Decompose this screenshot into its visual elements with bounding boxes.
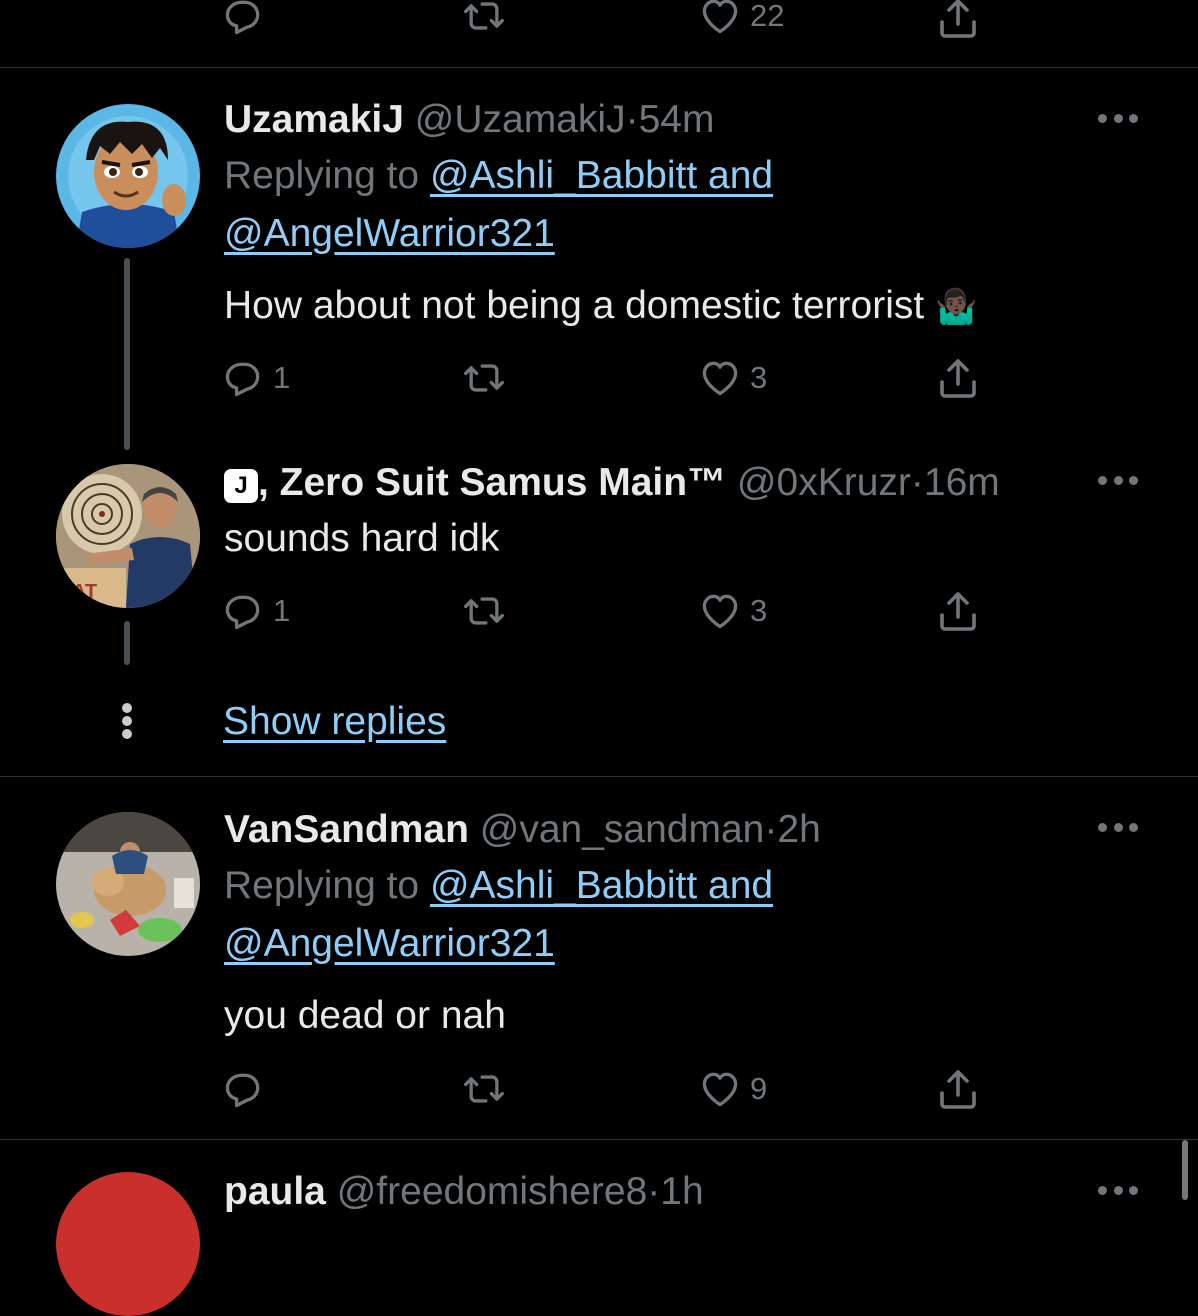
more-icon[interactable] xyxy=(1098,823,1138,835)
share-button[interactable] xyxy=(934,0,982,42)
tweet-text-content: How about not being a domestic terrorist xyxy=(224,284,925,327)
tweet-text: you dead or nah xyxy=(224,992,506,1040)
tweet-text-content: you dead or nah xyxy=(224,994,506,1037)
reply-icon xyxy=(221,589,265,633)
reply-count: 1 xyxy=(273,593,291,628)
like-button[interactable]: 9 xyxy=(698,1067,767,1111)
replying-to-label: Replying to xyxy=(224,154,430,197)
retweet-button[interactable] xyxy=(456,356,512,400)
like-icon xyxy=(698,589,742,633)
replying-to-link[interactable]: @AngelWarrior321 xyxy=(224,212,555,255)
like-button[interactable]: 3 xyxy=(698,589,767,633)
like-button[interactable]: 3 xyxy=(698,356,767,400)
timestamp[interactable]: 54m xyxy=(639,98,715,141)
handle[interactable]: @UzamakiJ xyxy=(415,98,626,141)
like-count: 3 xyxy=(750,360,768,395)
tweet-text: sounds hard idk xyxy=(224,515,499,563)
retweet-button[interactable] xyxy=(456,589,512,633)
replying-to-link[interactable]: @Ashli_Babbitt and xyxy=(430,154,773,197)
reply-button[interactable]: 1 xyxy=(221,589,290,633)
thread-line xyxy=(124,621,130,665)
retweet-button[interactable] xyxy=(456,0,512,38)
avatar[interactable] xyxy=(56,1172,200,1316)
divider xyxy=(0,776,1198,777)
like-icon xyxy=(698,0,742,38)
retweet-icon xyxy=(456,356,512,400)
reply-count: 1 xyxy=(273,360,291,395)
more-icon[interactable] xyxy=(1098,1186,1138,1198)
replying-to: Replying to @Ashli_Babbitt and @AngelWar… xyxy=(224,147,773,263)
separator: · xyxy=(647,1170,661,1213)
share-icon xyxy=(934,587,982,635)
retweet-icon xyxy=(456,589,512,633)
reply-button[interactable]: 1 xyxy=(221,356,290,400)
reply-icon xyxy=(221,0,265,38)
display-name[interactable]: paula xyxy=(224,1170,326,1213)
reply-button[interactable] xyxy=(221,0,265,38)
share-button[interactable] xyxy=(934,587,982,635)
reply-icon xyxy=(221,356,265,400)
handle[interactable]: @van_sandman xyxy=(480,808,765,851)
retweet-icon xyxy=(456,1067,512,1111)
divider xyxy=(0,1139,1198,1140)
svg-text:VAT: VAT xyxy=(60,581,97,603)
more-icon[interactable] xyxy=(1098,476,1138,488)
replying-to-link[interactable]: @AngelWarrior321 xyxy=(224,922,555,965)
reply-button[interactable] xyxy=(221,1067,265,1111)
thread-line xyxy=(124,258,130,450)
more-icon[interactable] xyxy=(1098,114,1138,126)
share-icon xyxy=(934,354,982,402)
handle[interactable]: @freedomishere8 xyxy=(337,1170,648,1213)
replying-to-label: Replying to xyxy=(224,864,430,907)
like-icon xyxy=(698,356,742,400)
timestamp[interactable]: 2h xyxy=(777,808,820,851)
like-button[interactable]: 22 xyxy=(698,0,784,38)
share-button[interactable] xyxy=(934,354,982,402)
avatar[interactable]: VAT xyxy=(56,464,200,608)
retweet-button[interactable] xyxy=(456,1067,512,1111)
timestamp[interactable]: 16m xyxy=(924,461,1000,504)
replying-to-link[interactable]: @Ashli_Babbitt and xyxy=(430,864,773,907)
avatar[interactable] xyxy=(56,104,200,248)
more-replies-icon xyxy=(121,703,133,739)
like-count: 22 xyxy=(750,0,785,33)
separator: · xyxy=(910,461,924,504)
divider xyxy=(0,67,1198,68)
reply-icon xyxy=(221,1067,265,1111)
show-replies-link[interactable]: Show replies xyxy=(223,698,446,746)
display-name[interactable]: UzamakiJ xyxy=(224,98,404,141)
tweet-text: How about not being a domestic terrorist… xyxy=(224,282,977,331)
tweet-header: J, Zero Suit Samus Main™ @0xKruzr·16m xyxy=(224,459,1000,507)
name-badge: J xyxy=(224,469,258,503)
handle[interactable]: @0xKruzr xyxy=(737,461,911,504)
shrug-emoji: 🤷🏿‍♂️ xyxy=(935,288,978,326)
tweet-header: VanSandman @van_sandman·2h xyxy=(224,806,821,854)
retweet-icon xyxy=(456,0,512,38)
separator: · xyxy=(764,808,778,851)
share-icon xyxy=(934,1065,982,1113)
tweet-header: paula @freedomishere8·1h xyxy=(224,1168,704,1216)
avatar[interactable] xyxy=(56,812,200,956)
display-name[interactable]: , Zero Suit Samus Main™ xyxy=(258,461,726,504)
display-name[interactable]: VanSandman xyxy=(224,808,469,851)
like-count: 9 xyxy=(750,1071,768,1106)
replying-to: Replying to @Ashli_Babbitt and @AngelWar… xyxy=(224,857,773,973)
like-icon xyxy=(698,1067,742,1111)
scrollbar[interactable] xyxy=(1182,1140,1188,1200)
timestamp[interactable]: 1h xyxy=(660,1170,703,1213)
tweet-text-content: sounds hard idk xyxy=(224,517,500,560)
separator: · xyxy=(625,98,639,141)
like-count: 3 xyxy=(750,593,768,628)
share-icon xyxy=(934,0,982,42)
tweet-header: UzamakiJ @UzamakiJ·54m xyxy=(224,96,714,144)
share-button[interactable] xyxy=(934,1065,982,1113)
